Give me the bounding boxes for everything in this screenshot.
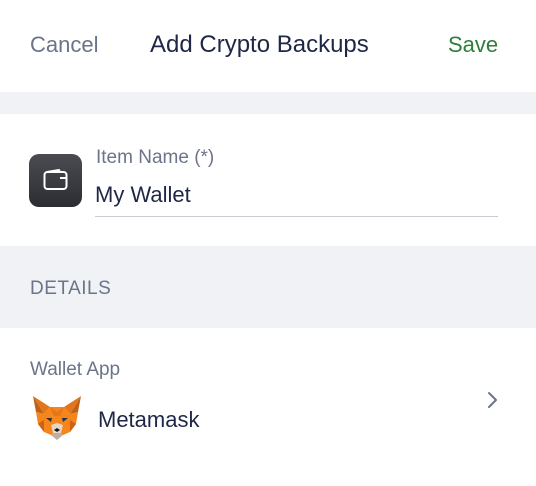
section-divider [0,92,536,114]
wallet-app-row[interactable]: Wallet App Metamask [0,328,536,458]
chevron-right-icon [486,390,500,410]
details-heading: DETAILS [30,278,112,299]
wallet-icon [29,154,82,207]
header-bar: Cancel Add Crypto Backups Save [0,0,536,92]
page-title: Add Crypto Backups [150,31,369,58]
item-name-underline [95,216,498,217]
save-button[interactable]: Save [448,31,498,59]
wallet-app-label: Wallet App [30,359,121,380]
cancel-button[interactable]: Cancel [30,31,98,59]
metamask-fox-logo [30,392,84,444]
item-name-label: Item Name (*) [96,147,215,168]
item-name-input[interactable] [95,178,498,212]
wallet-app-value: Metamask [98,407,200,432]
add-crypto-backups-screen: Cancel Add Crypto Backups Save Item Name… [0,0,536,486]
